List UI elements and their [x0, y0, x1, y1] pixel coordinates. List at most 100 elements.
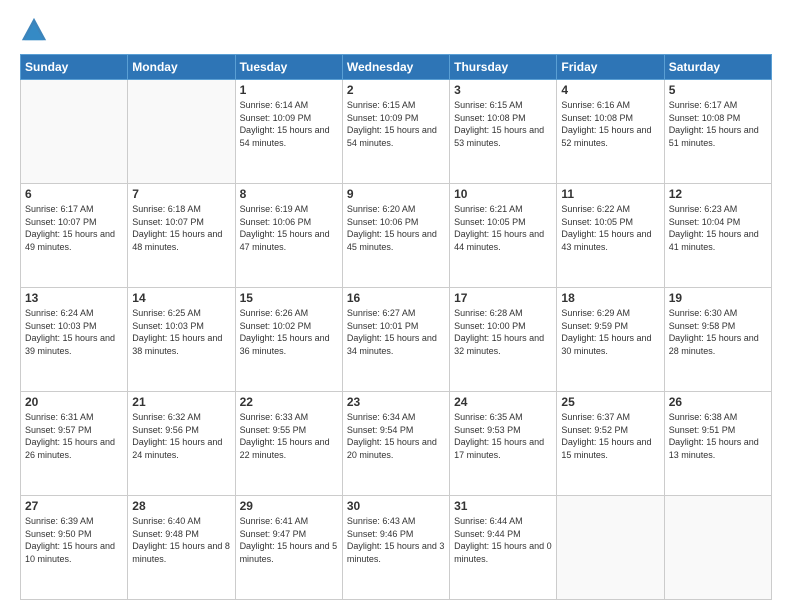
cell-info: Sunrise: 6:33 AMSunset: 9:55 PMDaylight:… [240, 411, 338, 461]
calendar-cell: 3Sunrise: 6:15 AMSunset: 10:08 PMDayligh… [450, 80, 557, 184]
day-number: 19 [669, 291, 767, 305]
cell-info: Sunrise: 6:24 AMSunset: 10:03 PMDaylight… [25, 307, 123, 357]
day-number: 9 [347, 187, 445, 201]
calendar-cell: 15 Sunrise: 6:26 AMSunset: 10:02 PMDaylig… [235, 288, 342, 392]
calendar-week-row: 20 Sunrise: 6:31 AMSunset: 9:57 PMDayligh… [21, 392, 772, 496]
calendar-cell: 6 Sunrise: 6:17 AMSunset: 10:07 PMDayligh… [21, 184, 128, 288]
calendar-cell [21, 80, 128, 184]
day-number: 29 [240, 499, 338, 513]
cell-info: Sunrise: 6:15 AMSunset: 10:08 PMDaylight… [454, 99, 552, 149]
cell-info: Sunrise: 6:17 AMSunset: 10:08 PMDaylight… [669, 99, 767, 149]
calendar-cell: 4 Sunrise: 6:16 AMSunset: 10:08 PMDayligh… [557, 80, 664, 184]
day-number: 20 [25, 395, 123, 409]
calendar-cell: 31 Sunrise: 6:44 AMSunset: 9:44 PMDayligh… [450, 496, 557, 600]
page: SundayMondayTuesdayWednesdayThursdayFrid… [0, 0, 792, 612]
calendar-cell: 22 Sunrise: 6:33 AMSunset: 9:55 PMDayligh… [235, 392, 342, 496]
day-number: 28 [132, 499, 230, 513]
day-number: 16 [347, 291, 445, 305]
calendar-cell: 11Sunrise: 6:22 AMSunset: 10:05 PMDaylig… [557, 184, 664, 288]
day-number: 17 [454, 291, 552, 305]
day-number: 1 [240, 83, 338, 97]
calendar-cell [557, 496, 664, 600]
cell-info: Sunrise: 6:31 AMSunset: 9:57 PMDaylight:… [25, 411, 123, 461]
calendar-table: SundayMondayTuesdayWednesdayThursdayFrid… [20, 54, 772, 600]
day-number: 21 [132, 395, 230, 409]
cell-info: Sunrise: 6:15 AMSunset: 10:09 PMDaylight… [347, 99, 445, 149]
cell-info: Sunrise: 6:25 AMSunset: 10:03 PMDaylight… [132, 307, 230, 357]
cell-info: Sunrise: 6:23 AMSunset: 10:04 PMDaylight… [669, 203, 767, 253]
day-number: 6 [25, 187, 123, 201]
cell-info: Sunrise: 6:39 AMSunset: 9:50 PMDaylight:… [25, 515, 123, 565]
day-number: 27 [25, 499, 123, 513]
day-number: 2 [347, 83, 445, 97]
day-number: 5 [669, 83, 767, 97]
day-number: 22 [240, 395, 338, 409]
weekday-header-thursday: Thursday [450, 55, 557, 80]
calendar-cell [664, 496, 771, 600]
day-number: 26 [669, 395, 767, 409]
calendar-cell: 21Sunrise: 6:32 AMSunset: 9:56 PMDayligh… [128, 392, 235, 496]
day-number: 31 [454, 499, 552, 513]
cell-info: Sunrise: 6:18 AMSunset: 10:07 PMDaylight… [132, 203, 230, 253]
day-number: 11 [561, 187, 659, 201]
weekday-header-wednesday: Wednesday [342, 55, 449, 80]
weekday-header-sunday: Sunday [21, 55, 128, 80]
logo [20, 16, 52, 44]
day-number: 4 [561, 83, 659, 97]
day-number: 30 [347, 499, 445, 513]
weekday-header-friday: Friday [557, 55, 664, 80]
cell-info: Sunrise: 6:21 AMSunset: 10:05 PMDaylight… [454, 203, 552, 253]
cell-info: Sunrise: 6:35 AMSunset: 9:53 PMDaylight:… [454, 411, 552, 461]
cell-info: Sunrise: 6:38 AMSunset: 9:51 PMDaylight:… [669, 411, 767, 461]
calendar-cell: 18 Sunrise: 6:29 AMSunset: 9:59 PMDayligh… [557, 288, 664, 392]
calendar-week-row: 6 Sunrise: 6:17 AMSunset: 10:07 PMDayligh… [21, 184, 772, 288]
day-number: 15 [240, 291, 338, 305]
cell-info: Sunrise: 6:37 AMSunset: 9:52 PMDaylight:… [561, 411, 659, 461]
calendar-cell: 26 Sunrise: 6:38 AMSunset: 9:51 PMDayligh… [664, 392, 771, 496]
calendar-cell: 17 Sunrise: 6:28 AMSunset: 10:00 PMDaylig… [450, 288, 557, 392]
calendar-cell: 29 Sunrise: 6:41 AMSunset: 9:47 PMDayligh… [235, 496, 342, 600]
calendar-cell: 8Sunrise: 6:19 AMSunset: 10:06 PMDayligh… [235, 184, 342, 288]
calendar-week-row: 27 Sunrise: 6:39 AMSunset: 9:50 PMDayligh… [21, 496, 772, 600]
day-number: 12 [669, 187, 767, 201]
cell-info: Sunrise: 6:28 AMSunset: 10:00 PMDaylight… [454, 307, 552, 357]
calendar-cell: 23Sunrise: 6:34 AMSunset: 9:54 PMDayligh… [342, 392, 449, 496]
cell-info: Sunrise: 6:20 AMSunset: 10:06 PMDaylight… [347, 203, 445, 253]
cell-info: Sunrise: 6:41 AMSunset: 9:47 PMDaylight:… [240, 515, 338, 565]
cell-info: Sunrise: 6:17 AMSunset: 10:07 PMDaylight… [25, 203, 123, 253]
generalblue-logo-icon [20, 16, 48, 44]
calendar-cell [128, 80, 235, 184]
cell-info: Sunrise: 6:16 AMSunset: 10:08 PMDaylight… [561, 99, 659, 149]
calendar-cell: 5 Sunrise: 6:17 AMSunset: 10:08 PMDayligh… [664, 80, 771, 184]
day-number: 7 [132, 187, 230, 201]
calendar-cell: 1 Sunrise: 6:14 AMSunset: 10:09 PMDayligh… [235, 80, 342, 184]
cell-info: Sunrise: 6:44 AMSunset: 9:44 PMDaylight:… [454, 515, 552, 565]
cell-info: Sunrise: 6:27 AMSunset: 10:01 PMDaylight… [347, 307, 445, 357]
calendar-cell: 7 Sunrise: 6:18 AMSunset: 10:07 PMDayligh… [128, 184, 235, 288]
cell-info: Sunrise: 6:14 AMSunset: 10:09 PMDaylight… [240, 99, 338, 149]
calendar-cell: 28 Sunrise: 6:40 AMSunset: 9:48 PMDayligh… [128, 496, 235, 600]
calendar-cell: 25 Sunrise: 6:37 AMSunset: 9:52 PMDayligh… [557, 392, 664, 496]
cell-info: Sunrise: 6:29 AMSunset: 9:59 PMDaylight:… [561, 307, 659, 357]
day-number: 24 [454, 395, 552, 409]
header [20, 16, 772, 44]
weekday-header-monday: Monday [128, 55, 235, 80]
cell-info: Sunrise: 6:43 AMSunset: 9:46 PMDaylight:… [347, 515, 445, 565]
day-number: 10 [454, 187, 552, 201]
calendar-cell: 20 Sunrise: 6:31 AMSunset: 9:57 PMDayligh… [21, 392, 128, 496]
cell-info: Sunrise: 6:26 AMSunset: 10:02 PMDaylight… [240, 307, 338, 357]
calendar-cell: 19Sunrise: 6:30 AMSunset: 9:58 PMDayligh… [664, 288, 771, 392]
day-number: 14 [132, 291, 230, 305]
calendar-cell: 14 Sunrise: 6:25 AMSunset: 10:03 PMDaylig… [128, 288, 235, 392]
cell-info: Sunrise: 6:34 AMSunset: 9:54 PMDaylight:… [347, 411, 445, 461]
weekday-header-saturday: Saturday [664, 55, 771, 80]
calendar-cell: 9 Sunrise: 6:20 AMSunset: 10:06 PMDayligh… [342, 184, 449, 288]
calendar-cell: 24 Sunrise: 6:35 AMSunset: 9:53 PMDayligh… [450, 392, 557, 496]
cell-info: Sunrise: 6:40 AMSunset: 9:48 PMDaylight:… [132, 515, 230, 565]
weekday-header-row: SundayMondayTuesdayWednesdayThursdayFrid… [21, 55, 772, 80]
day-number: 18 [561, 291, 659, 305]
calendar-week-row: 1 Sunrise: 6:14 AMSunset: 10:09 PMDayligh… [21, 80, 772, 184]
calendar-cell: 30 Sunrise: 6:43 AMSunset: 9:46 PMDayligh… [342, 496, 449, 600]
day-number: 25 [561, 395, 659, 409]
calendar-cell: 10 Sunrise: 6:21 AMSunset: 10:05 PMDaylig… [450, 184, 557, 288]
